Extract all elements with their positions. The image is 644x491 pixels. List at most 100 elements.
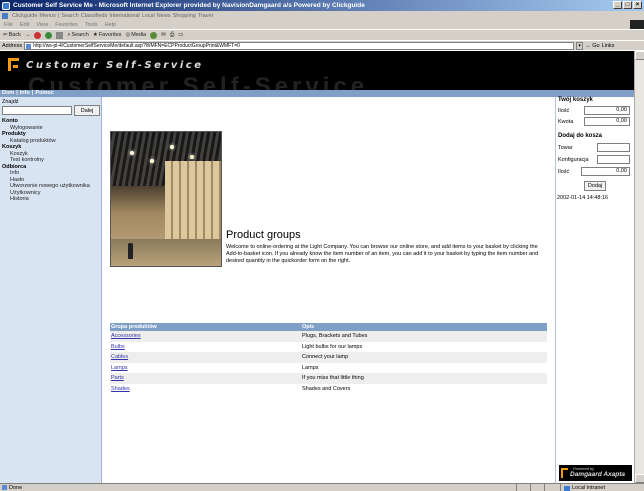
page-title: Product groups [226, 229, 301, 241]
history-icon [150, 31, 158, 39]
ie-logo-icon [2, 1, 10, 10]
menu-item-history[interactable]: Historia [2, 196, 100, 203]
basket-qty-value: 0,00 [584, 106, 630, 115]
nav-home-link[interactable]: Dom [2, 90, 14, 97]
scroll-down-arrow-icon[interactable] [635, 474, 644, 483]
stop-button[interactable] [34, 31, 42, 39]
status-text: Done [9, 484, 23, 491]
linkbar-item[interactable]: Menus [39, 13, 56, 19]
address-url: http://ws-pl-4/CustomerSelfServiceMe/def… [33, 42, 240, 49]
stop-icon [34, 31, 42, 39]
product-group-description: Plugs, Brackets and Tubes [301, 331, 547, 342]
linkbar-item[interactable]: Search [61, 13, 78, 19]
column-header-description: Opis [301, 323, 547, 331]
intranet-icon [564, 485, 570, 491]
mail-button[interactable]: ✉ [161, 32, 166, 38]
powered-by-badge: Powered by Damgaard Axapta [559, 465, 632, 481]
history-button[interactable] [150, 31, 158, 39]
edit-button[interactable]: ▭ [178, 32, 183, 38]
search-submit-button[interactable]: Dalej [74, 105, 100, 116]
configuration-label: Konfiguracja [558, 157, 589, 163]
maximize-button[interactable]: □ [623, 1, 632, 9]
search-icon: ⌕ [67, 31, 71, 38]
zone-label: Local intranet [572, 485, 606, 491]
back-arrow-icon: ⇐ [3, 32, 8, 38]
menu-edit[interactable]: Edit [20, 22, 29, 28]
go-button[interactable]: → Go [585, 43, 599, 49]
item-input[interactable] [597, 143, 630, 152]
product-group-link[interactable]: Bulbs [111, 344, 125, 350]
linkbar-item[interactable]: Clickguide [12, 13, 37, 19]
linkbar-item[interactable]: Classifieds [81, 13, 108, 19]
product-group-description: If you miss that little thing [301, 373, 547, 384]
vertical-scrollbar[interactable] [634, 51, 644, 483]
menu-item-new-user[interactable]: Utworzenie nowego użytkownika [2, 183, 100, 190]
favorites-button[interactable]: ★ Favorites [93, 32, 122, 38]
product-group-link[interactable]: Accessories [111, 333, 141, 339]
add-button[interactable]: Dodaj [584, 181, 606, 191]
media-button[interactable]: ◎ Media [125, 32, 146, 38]
minimize-button[interactable]: _ [613, 1, 622, 9]
configuration-input[interactable] [597, 155, 630, 164]
column-header-group: Grupa produktów [110, 323, 301, 331]
table-row: Lamps Lamps [110, 362, 547, 373]
address-bar: Address http://ws-pl-4/CustomerSelfServi… [0, 40, 644, 50]
linkbar-item[interactable]: News [157, 13, 171, 19]
toolbar: ⇐ Back → ⌕ Search ★ Favorites ◎ Media ✉ … [0, 29, 644, 40]
page-icon [26, 43, 32, 49]
address-label: Address [2, 42, 23, 49]
linkbar-item[interactable]: International [109, 13, 139, 19]
basket-amount-value: 0,00 [584, 117, 630, 126]
product-group-link[interactable]: Shades [111, 386, 130, 392]
nav-help-link[interactable]: Pomoc [35, 90, 53, 97]
address-input[interactable]: http://ws-pl-4/CustomerSelfServiceMe/def… [24, 41, 575, 50]
menu-favorites[interactable]: Favorites [55, 22, 78, 28]
product-groups-table: Grupa produktów Opis Accessories Plugs, … [110, 323, 547, 394]
forward-arrow-icon: → [24, 32, 31, 38]
home-button[interactable] [56, 31, 64, 39]
basket-amount-label: Kwota [558, 119, 574, 125]
scroll-up-arrow-icon[interactable] [635, 51, 644, 60]
forward-button[interactable]: → [25, 32, 31, 38]
links-label[interactable]: Links [602, 43, 615, 49]
menu-tools[interactable]: Tools [85, 22, 98, 28]
mail-icon: ✉ [161, 32, 166, 38]
site-header: Customer Self-Service Customer Self-Serv… [0, 51, 634, 90]
linkbar-item[interactable]: Shopping [173, 13, 196, 19]
top-nav: Dom | Info | Pomoc [0, 90, 634, 97]
print-icon: ⎙ [169, 31, 175, 38]
page-intro: Welcome to online-ordering at the Light … [226, 244, 539, 264]
refresh-button[interactable] [45, 31, 53, 39]
menu-file[interactable]: File [4, 22, 13, 28]
linkbar-item[interactable]: Local [142, 13, 155, 19]
quick-order-panel: Twój koszyk Ilość 0,00 Kwota 0,00 Dodaj … [555, 97, 634, 483]
basket-qty-label: Ilość [558, 108, 570, 114]
search-input[interactable] [2, 106, 72, 115]
add-qty-input[interactable]: 0,00 [581, 167, 630, 176]
table-row: Parts If you miss that little thing [110, 373, 547, 384]
linkbar-item[interactable]: Travel [198, 13, 213, 19]
menu-help[interactable]: Help [105, 22, 116, 28]
close-button[interactable]: × [633, 1, 642, 9]
basket-title: Twój koszyk [558, 97, 593, 103]
favorites-icon: ★ [92, 32, 98, 38]
product-group-link[interactable]: Cables [111, 354, 128, 360]
status-bar: Done Local intranet [0, 483, 644, 491]
address-dropdown-icon[interactable]: ▾ [576, 41, 584, 50]
menu-bar: File Edit View Favorites Tools Help [0, 20, 644, 29]
search-button[interactable]: ⌕ Search [67, 32, 89, 39]
refresh-icon [45, 31, 53, 39]
add-to-basket-title: Dodaj do kosza [558, 133, 603, 139]
window-titlebar: Customer Self Service Me - Microsoft Int… [0, 0, 644, 11]
product-group-link[interactable]: Lamps [111, 365, 128, 371]
print-button[interactable]: ⎙ [170, 32, 174, 39]
product-group-link[interactable]: Parts [111, 375, 124, 381]
sidebar-menu: Konto Wylogowanie Produkty Katalog produ… [2, 118, 100, 203]
add-qty-label: Ilość [558, 169, 570, 175]
left-sidebar: Znajdź Dalej Konto Wylogowanie Produkty … [0, 97, 102, 483]
search-label: Znajdź [2, 99, 19, 105]
back-button[interactable]: ⇐ Back [3, 32, 21, 38]
company-logo-icon [8, 58, 19, 71]
menu-view[interactable]: View [36, 22, 48, 28]
nav-info-link[interactable]: Info [20, 90, 30, 97]
